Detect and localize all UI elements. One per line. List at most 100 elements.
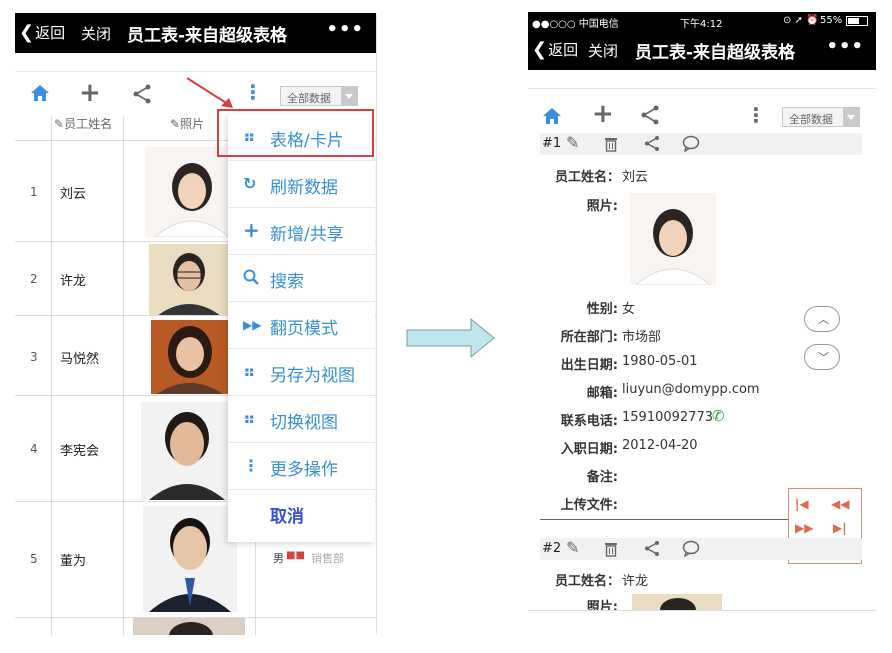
view-select-value: 全部数据 <box>287 92 331 105</box>
comment-icon[interactable] <box>682 540 700 557</box>
share-icon[interactable] <box>644 135 660 152</box>
gender-value: 男 <box>273 552 284 565</box>
vertical-dots-icon[interactable]: ⋮ <box>746 103 766 127</box>
battery-icon <box>846 16 868 26</box>
row-name: 许龙 <box>60 274 87 289</box>
home-icon[interactable] <box>30 84 50 102</box>
nav-bar: ❮ 返回 关闭 员工表-来自超级表格 ••• <box>15 13 376 53</box>
page-title: 员工表-来自超级表格 <box>635 43 796 63</box>
field-label: 联系电话: <box>560 414 618 429</box>
vertical-dots-icon: ⋮ <box>243 456 259 475</box>
employee-photo <box>149 244 229 316</box>
share-icon[interactable] <box>132 84 152 104</box>
scroll-up-button[interactable]: ︿ <box>804 306 840 332</box>
card-header: #1 ✎ <box>540 133 862 155</box>
page-title: 员工表-来自超级表格 <box>127 26 288 46</box>
employee-photo[interactable] <box>630 193 716 285</box>
share-icon[interactable] <box>640 105 660 125</box>
card-index: #2 <box>542 541 562 556</box>
field-value: 2012-04-20 <box>622 438 698 453</box>
edit-icon[interactable]: ✎ <box>566 133 579 152</box>
status-icons: ⊙ ➚ ⏰ <box>783 15 819 26</box>
plus-icon: + <box>243 218 260 242</box>
card-index: #1 <box>542 136 562 151</box>
row-number: 1 <box>30 185 38 199</box>
field-label: 上传文件: <box>560 498 618 513</box>
first-page-icon[interactable]: |◀ <box>795 497 809 511</box>
plus-icon[interactable]: + <box>79 80 101 106</box>
menu-cancel-button[interactable]: 取消 <box>228 490 375 537</box>
previous-page-icon[interactable]: ◀◀ <box>831 497 849 511</box>
row-number: 2 <box>30 272 38 286</box>
home-icon[interactable] <box>542 107 562 125</box>
menu-item-switch-view[interactable]: ⠶ 切换视图 <box>228 396 375 443</box>
chevron-left-icon: ❮ <box>532 38 548 60</box>
view-select[interactable]: 全部数据 <box>782 107 860 127</box>
view-select[interactable]: 全部数据 <box>280 86 358 106</box>
plus-icon[interactable]: + <box>592 99 614 129</box>
field-value: 1980-05-01 <box>622 354 698 369</box>
field-value: 许龙 <box>622 574 649 589</box>
scroll-down-button[interactable]: ﹀ <box>804 344 840 370</box>
grid-icon: ⠶ <box>243 409 256 428</box>
employee-photo[interactable] <box>632 594 722 610</box>
caret-down-icon <box>843 108 859 126</box>
row-name: 董为 <box>60 554 87 569</box>
edit-icon: ✎ <box>54 117 65 131</box>
share-icon[interactable] <box>644 540 660 557</box>
employee-photo <box>151 320 229 394</box>
row-name: 马悦然 <box>60 352 100 367</box>
phone-icon[interactable]: ✆ <box>712 407 725 425</box>
action-menu: ⠶ 表格/卡片 ↻ 刷新数据 + 新增/共享 搜索 ▶▶ 翻页模式 ⠶ 另存为视… <box>228 114 375 542</box>
fast-forward-icon: ▶▶ <box>243 318 262 332</box>
column-header-photo[interactable]: ✎照片 <box>170 115 204 132</box>
menu-item-add-share[interactable]: + 新增/共享 <box>228 208 375 255</box>
grid-icon: ■■ <box>286 550 305 561</box>
column-header-name[interactable]: ✎员工姓名 <box>54 115 112 132</box>
search-icon <box>243 269 259 285</box>
menu-item-refresh[interactable]: ↻ 刷新数据 <box>228 161 375 208</box>
field-label: 邮箱: <box>586 386 618 401</box>
more-icon[interactable]: ••• <box>826 36 864 57</box>
edit-icon[interactable]: ✎ <box>566 538 579 557</box>
row-number: 4 <box>30 442 38 456</box>
next-page-icon[interactable]: ▶▶ <box>795 521 813 535</box>
employee-photo <box>141 402 233 500</box>
right-phone-screen: ●●○○○ 中国电信 下午4:12 ⊙ ➚ ⏰ 55% ❮ 返回 关闭 员工表-… <box>528 12 876 610</box>
nav-bar: ❮ 返回 关闭 员工表-来自超级表格 ••• <box>528 30 876 70</box>
row-number: 5 <box>30 552 38 566</box>
menu-item-page-mode[interactable]: ▶▶ 翻页模式 <box>228 302 375 349</box>
vertical-dots-icon[interactable]: ⋮ <box>243 82 263 102</box>
carrier-text: ●●○○○ 中国电信 <box>532 19 619 30</box>
battery-text: 55% <box>820 15 843 26</box>
highlight-box <box>217 109 374 157</box>
field-value: 15910092773 <box>622 410 713 425</box>
chevron-down-icon: ﹀ <box>818 351 829 364</box>
caret-down-icon <box>341 87 357 105</box>
menu-item-search[interactable]: 搜索 <box>228 255 375 302</box>
field-label: 备注: <box>586 470 618 485</box>
last-page-icon[interactable]: ▶| <box>833 521 847 535</box>
menu-item-save-view[interactable]: ⠶ 另存为视图 <box>228 349 375 396</box>
field-label: 员工姓名： <box>554 574 620 589</box>
close-button[interactable]: 关闭 <box>588 40 618 61</box>
card-header: #2 ✎ <box>540 538 862 560</box>
trash-icon[interactable] <box>604 541 618 557</box>
menu-item-more[interactable]: ⋮ 更多操作 <box>228 443 375 490</box>
back-label: 返回 <box>548 41 579 59</box>
comment-icon[interactable] <box>682 135 700 152</box>
table-row[interactable] <box>15 617 376 635</box>
field-value: 女 <box>622 302 636 317</box>
bottom-border <box>528 610 876 611</box>
field-value: 市场部 <box>622 330 662 345</box>
trash-icon[interactable] <box>604 136 618 152</box>
employee-photo <box>145 147 239 237</box>
view-select-value: 全部数据 <box>789 113 833 126</box>
field-label: 员工姓名： <box>554 170 620 185</box>
back-button[interactable]: ❮ 返回 <box>532 39 578 60</box>
back-button[interactable]: ❮ 返回 <box>19 22 65 43</box>
employee-photo <box>143 506 237 612</box>
close-button[interactable]: 关闭 <box>81 23 111 44</box>
more-icon[interactable]: ••• <box>326 19 364 40</box>
row-name: 李宪会 <box>60 444 100 459</box>
